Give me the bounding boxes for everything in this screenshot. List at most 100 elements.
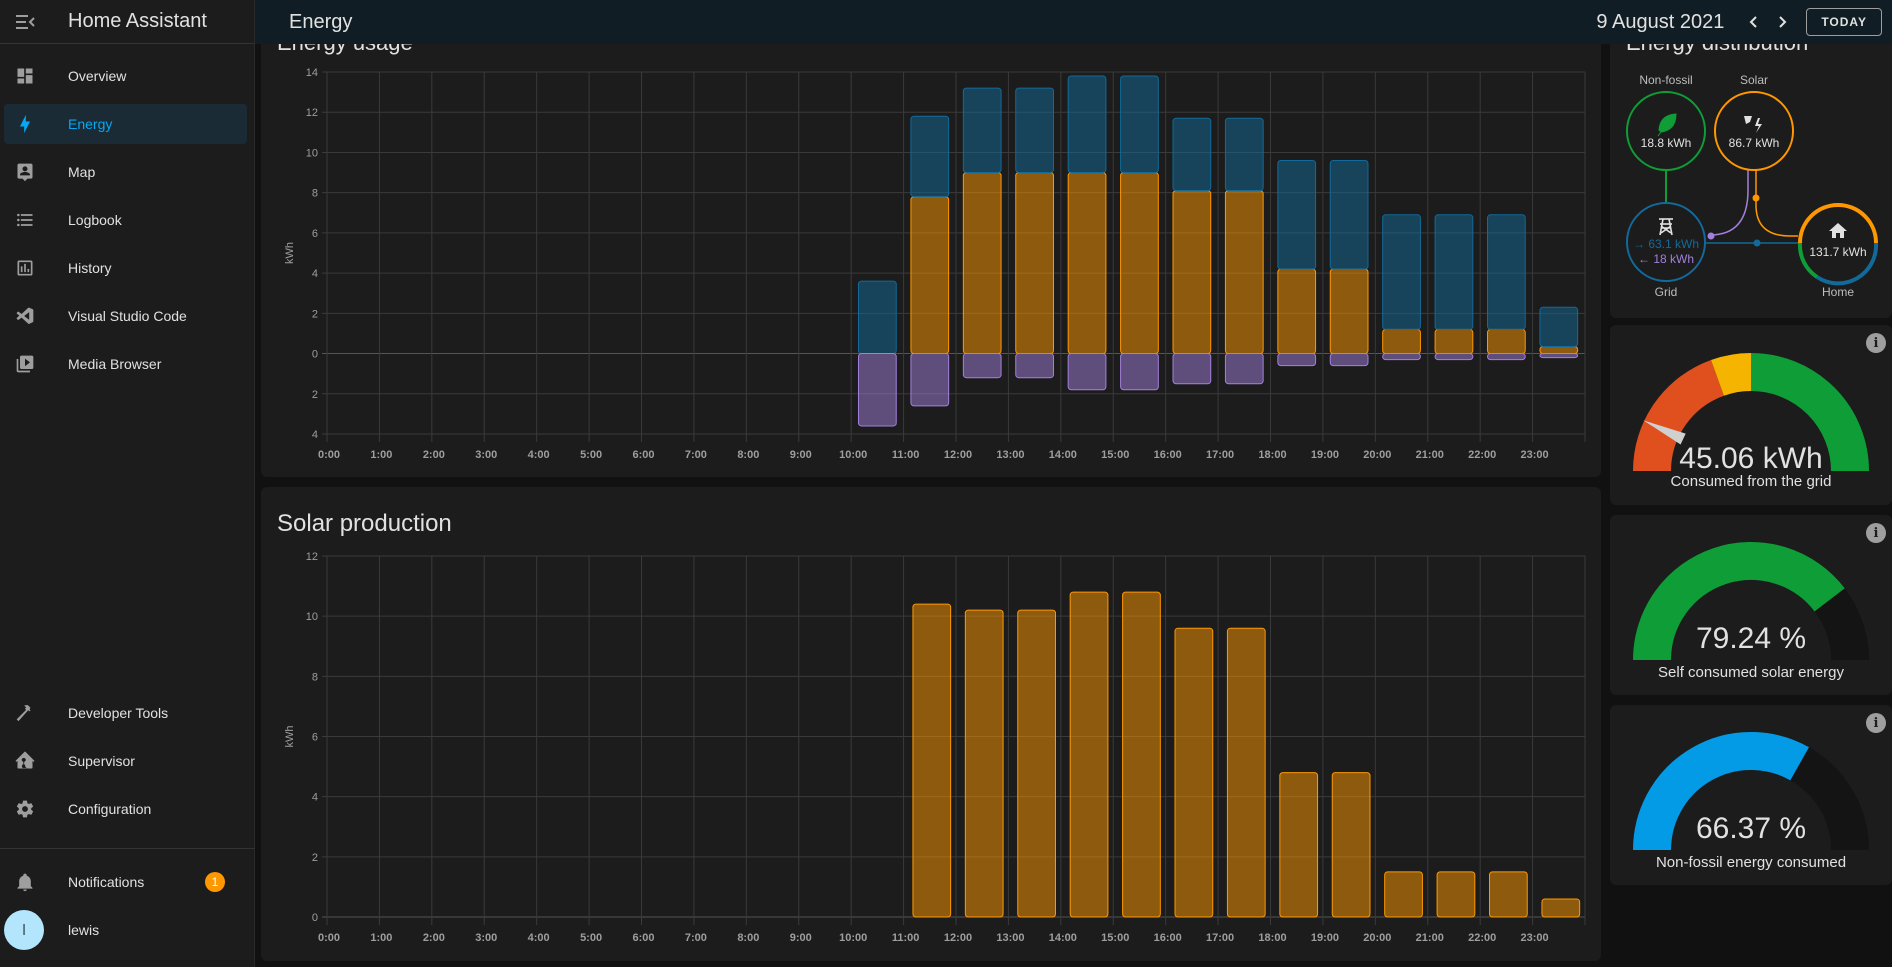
bar-solar-consumed xyxy=(1539,346,1579,355)
user-name: lewis xyxy=(68,922,100,938)
sidebar-item-configuration[interactable]: Configuration xyxy=(4,789,247,829)
sidebar-item-logbook[interactable]: Logbook xyxy=(4,200,247,240)
solar-label: Solar xyxy=(1740,73,1768,87)
gauge-label: Consumed from the grid xyxy=(1670,473,1832,490)
bar-solar-production xyxy=(1174,627,1214,918)
sidebar-item-history[interactable]: History xyxy=(4,248,247,288)
bar-consumed-from-grid xyxy=(1539,306,1579,348)
bar-returned-to-grid xyxy=(1224,353,1264,385)
previous-day-button[interactable] xyxy=(1740,6,1768,38)
bar-returned-to-grid xyxy=(858,353,897,427)
sidebar-item-notifications[interactable]: Notifications 1 xyxy=(4,862,247,902)
x-tick-label: 11:00 xyxy=(892,449,920,461)
bar-solar-consumed xyxy=(910,196,950,355)
lightning-bolt-icon xyxy=(4,113,46,135)
bar-consumed-from-grid xyxy=(1172,117,1212,192)
sidebar: Home Assistant Overview Energy Map Logbo… xyxy=(0,0,255,967)
next-day-button[interactable] xyxy=(1768,6,1796,38)
bar-returned-to-grid xyxy=(1067,353,1107,391)
non-fossil-value: 18.8 kWh xyxy=(1641,136,1692,150)
play-box-multiple-icon xyxy=(4,354,46,374)
bar-consumed-from-grid xyxy=(1382,214,1421,330)
x-tick-label: 20:00 xyxy=(1363,449,1391,461)
bar-consumed-from-grid xyxy=(1224,117,1264,192)
y-tick-label: 8 xyxy=(312,671,318,683)
x-tick-label: 18:00 xyxy=(1258,449,1286,461)
x-tick-label: 16:00 xyxy=(1154,932,1182,944)
gauge-segment-yellow xyxy=(1711,353,1752,396)
bar-returned-to-grid xyxy=(1487,353,1526,361)
transmission-tower-icon xyxy=(1659,218,1673,236)
solar-circle[interactable] xyxy=(1714,91,1794,171)
sidebar-item-label: Overview xyxy=(68,68,127,84)
bar-consumed-from-grid xyxy=(1277,159,1317,270)
gauge-value: 66.37 % xyxy=(1695,812,1807,845)
sidebar-item-label: History xyxy=(68,260,112,276)
bar-consumed-from-grid xyxy=(1120,75,1159,174)
x-tick-label: 14:00 xyxy=(1049,449,1077,461)
bar-returned-to-grid xyxy=(1277,353,1317,367)
x-tick-label: 0:00 xyxy=(318,932,340,944)
app-title: Home Assistant xyxy=(68,10,207,32)
solar-to-grid-line xyxy=(1709,170,1749,236)
menu-toggle-button[interactable] xyxy=(0,0,50,44)
bar-solar-production xyxy=(1489,871,1528,918)
chevron-right-icon xyxy=(1779,16,1787,28)
gauge-value: 45.06 kWh xyxy=(1679,442,1823,475)
bar-solar-consumed xyxy=(1329,268,1369,355)
y-tick-label: 10 xyxy=(306,611,318,623)
x-tick-label: 8:00 xyxy=(737,932,759,944)
x-tick-label: 0:00 xyxy=(318,449,340,461)
home-label: Home xyxy=(1822,285,1854,299)
notification-count-badge: 1 xyxy=(205,872,225,892)
x-tick-label: 6:00 xyxy=(632,449,654,461)
x-tick-label: 6:00 xyxy=(632,932,654,944)
chart-box-icon xyxy=(4,258,46,278)
page-title: Energy xyxy=(289,10,353,33)
sidebar-item-label: Energy xyxy=(68,116,113,132)
solar-value: 86.7 kWh xyxy=(1729,136,1780,150)
x-tick-label: 16:00 xyxy=(1154,449,1182,461)
bar-returned-to-grid xyxy=(1120,353,1159,391)
sidebar-item-supervisor[interactable]: Supervisor xyxy=(4,741,247,781)
list-icon xyxy=(4,210,46,230)
sidebar-item-user[interactable]: l lewis xyxy=(4,910,247,950)
cog-icon xyxy=(4,799,46,819)
sidebar-item-energy[interactable]: Energy xyxy=(4,104,247,144)
today-button[interactable]: TODAY xyxy=(1806,8,1882,36)
bar-returned-to-grid xyxy=(910,353,950,407)
hammer-icon xyxy=(4,703,46,723)
x-tick-label: 7:00 xyxy=(685,932,707,944)
sidebar-item-label: Logbook xyxy=(68,212,122,228)
bar-consumed-from-grid xyxy=(1067,75,1107,174)
x-tick-label: 17:00 xyxy=(1206,449,1234,461)
sidebar-item-map[interactable]: Map xyxy=(4,152,247,192)
x-tick-label: 23:00 xyxy=(1521,449,1549,461)
top-app-bar: Energy 9 August 2021 TODAY xyxy=(255,0,1892,44)
y-tick-label: 2 xyxy=(312,389,318,401)
x-tick-label: 5:00 xyxy=(580,449,602,461)
sidebar-item-developer-tools[interactable]: Developer Tools xyxy=(4,693,247,733)
sidebar-divider xyxy=(0,848,255,849)
bar-solar-consumed xyxy=(1067,172,1107,355)
x-tick-label: 18:00 xyxy=(1258,932,1286,944)
y-tick-label: 4 xyxy=(312,268,318,280)
grid-flow-dot xyxy=(1753,239,1761,247)
solar-power-icon xyxy=(1744,116,1762,133)
sidebar-item-visual-studio-code[interactable]: Visual Studio Code xyxy=(4,296,247,336)
x-tick-label: 19:00 xyxy=(1311,932,1339,944)
bar-consumed-from-grid xyxy=(962,87,1002,174)
x-tick-label: 3:00 xyxy=(475,449,497,461)
bar-solar-consumed xyxy=(1172,190,1212,355)
gauge-label: Non-fossil energy consumed xyxy=(1655,854,1847,871)
x-tick-label: 19:00 xyxy=(1311,449,1339,461)
grid-import-value: → 63.1 kWh xyxy=(1633,237,1699,251)
sidebar-item-label: Developer Tools xyxy=(68,705,169,721)
bar-solar-production xyxy=(1331,772,1371,918)
bar-consumed-from-grid xyxy=(858,280,897,355)
sidebar-item-overview[interactable]: Overview xyxy=(4,56,247,96)
x-tick-label: 1:00 xyxy=(370,932,392,944)
bar-returned-to-grid xyxy=(1382,353,1421,361)
x-tick-label: 1:00 xyxy=(370,449,392,461)
sidebar-item-media-browser[interactable]: Media Browser xyxy=(4,344,247,384)
